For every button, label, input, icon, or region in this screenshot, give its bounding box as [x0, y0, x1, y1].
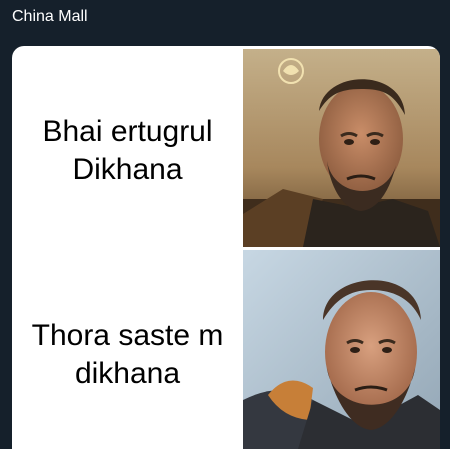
page-title: China Mall	[12, 8, 88, 25]
meme-top-text: Bhai ertugrul Dikhana	[42, 115, 213, 186]
meme-bottom-text-cell: Thora saste m dikhana	[12, 250, 243, 449]
meme-top-text-cell: Bhai ertugrul Dikhana	[12, 46, 243, 246]
bottom-photo	[243, 250, 440, 449]
meme-bottom-text: Thora saste m dikhana	[31, 318, 224, 390]
top-photo	[243, 49, 440, 247]
bearded-man-helmet-photo	[243, 49, 440, 247]
meme-card: Bhai ertugrul Dikhana Thora saste m dikh…	[12, 46, 440, 449]
bearded-man-photo	[243, 250, 440, 449]
